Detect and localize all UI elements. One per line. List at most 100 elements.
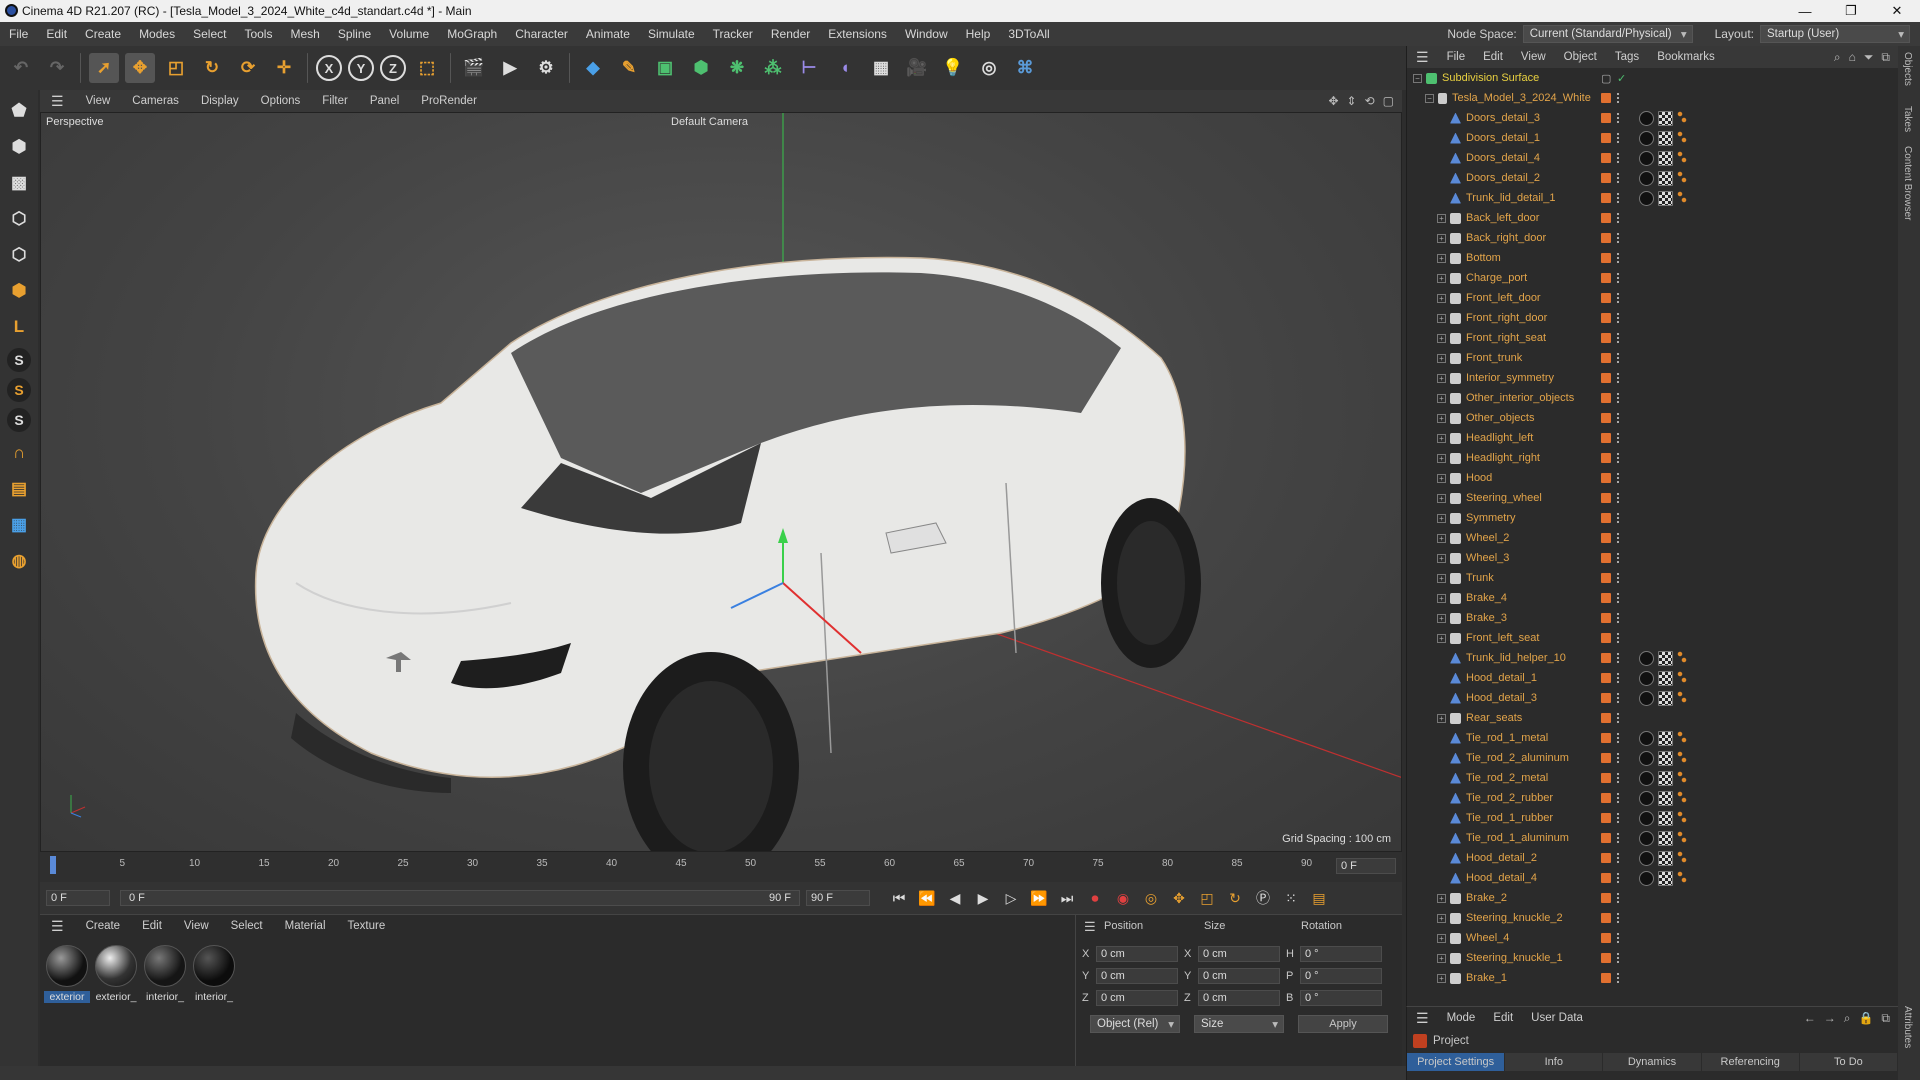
layer-color-swatch[interactable] bbox=[1601, 593, 1611, 603]
auto-key-icon[interactable]: ◉ bbox=[1112, 887, 1134, 909]
visibility-dots-icon[interactable] bbox=[1617, 353, 1621, 363]
material-menu-edit[interactable]: Edit bbox=[131, 920, 173, 932]
expand-icon[interactable]: + bbox=[1437, 353, 1446, 363]
tree-item-row[interactable]: Hood_detail_2 bbox=[1413, 848, 1898, 868]
tree-item-row[interactable]: Tie_rod_1_metal bbox=[1413, 728, 1898, 748]
next-key-icon[interactable]: ⏩ bbox=[1028, 887, 1050, 909]
layer-color-swatch[interactable] bbox=[1601, 693, 1611, 703]
texture-tag-icon[interactable] bbox=[1658, 190, 1673, 206]
material-hamburger-icon[interactable]: ☰ bbox=[40, 918, 75, 935]
layer-color-swatch[interactable] bbox=[1601, 933, 1611, 943]
selection-tag-icon[interactable] bbox=[1677, 170, 1687, 186]
tree-item-row[interactable]: Trunk_lid_helper_10 bbox=[1413, 648, 1898, 668]
layer-color-swatch[interactable] bbox=[1601, 833, 1611, 843]
keyframe-selection-icon[interactable]: ◎ bbox=[1140, 887, 1162, 909]
subdivision-icon[interactable]: ▣ bbox=[650, 53, 680, 83]
menu-item-tracker[interactable]: Tracker bbox=[704, 27, 762, 41]
menu-item-animate[interactable]: Animate bbox=[577, 27, 639, 41]
tree-item-row[interactable]: + Wheel_4 bbox=[1413, 928, 1898, 948]
texture-tag-icon[interactable] bbox=[1658, 790, 1673, 806]
layer-color-swatch[interactable] bbox=[1601, 193, 1611, 203]
field-icon[interactable]: ◖ bbox=[830, 53, 860, 83]
visibility-dots-icon[interactable] bbox=[1617, 893, 1621, 903]
layer-color-swatch[interactable] bbox=[1601, 313, 1611, 323]
material-tag-icon[interactable] bbox=[1639, 850, 1654, 866]
object-menu-object[interactable]: Object bbox=[1555, 51, 1606, 63]
selection-tag-icon[interactable] bbox=[1677, 770, 1687, 786]
expand-icon[interactable]: + bbox=[1437, 273, 1446, 283]
menu-item-3dtoall[interactable]: 3DToAll bbox=[999, 27, 1058, 41]
material-swatch[interactable] bbox=[144, 945, 186, 987]
side-tab-attributes[interactable]: Attributes bbox=[1902, 1006, 1913, 1048]
texture-tag-icon[interactable] bbox=[1658, 830, 1673, 846]
layer-color-swatch[interactable] bbox=[1601, 153, 1611, 163]
tree-item-row[interactable]: + Trunk bbox=[1413, 568, 1898, 588]
layer-color-swatch[interactable] bbox=[1601, 973, 1611, 983]
render-picture-viewer-icon[interactable]: ▶ bbox=[495, 53, 525, 83]
attr-tab-info[interactable]: Info bbox=[1505, 1053, 1604, 1071]
visibility-dots-icon[interactable] bbox=[1617, 513, 1621, 523]
y-axis-lock-icon[interactable]: Y bbox=[348, 55, 374, 81]
layer-color-swatch[interactable] bbox=[1601, 293, 1611, 303]
tree-item-row[interactable]: + Headlight_left bbox=[1413, 428, 1898, 448]
visibility-toggle-icon[interactable]: ▢ bbox=[1601, 72, 1611, 85]
undo-icon[interactable]: ↶ bbox=[6, 53, 36, 83]
selection-tag-icon[interactable] bbox=[1677, 810, 1687, 826]
expand-icon[interactable]: + bbox=[1437, 333, 1446, 343]
layer-color-swatch[interactable] bbox=[1601, 773, 1611, 783]
viewport-move-icon[interactable]: ✥ bbox=[1328, 94, 1338, 108]
visibility-dots-icon[interactable] bbox=[1617, 813, 1621, 823]
visibility-dots-icon[interactable] bbox=[1617, 973, 1621, 983]
enabled-check-icon[interactable]: ✓ bbox=[1617, 72, 1626, 85]
tree-item-row[interactable]: + Back_right_door bbox=[1413, 228, 1898, 248]
material-tag-icon[interactable] bbox=[1639, 730, 1654, 746]
visibility-dots-icon[interactable] bbox=[1617, 633, 1621, 643]
key-parameter-icon[interactable]: Ⓟ bbox=[1252, 887, 1274, 909]
expand-icon[interactable]: + bbox=[1437, 493, 1446, 503]
timeline-window-icon[interactable]: ▤ bbox=[1308, 887, 1330, 909]
material-tag-icon[interactable] bbox=[1639, 870, 1654, 886]
rotate-tool-icon[interactable]: ↻ bbox=[197, 53, 227, 83]
edges-mode-icon[interactable]: ⬡ bbox=[4, 240, 34, 270]
om-filter-icon[interactable]: ⏷ bbox=[1864, 50, 1874, 65]
material-tag-icon[interactable] bbox=[1639, 170, 1654, 186]
selection-tag-icon[interactable] bbox=[1677, 830, 1687, 846]
menu-item-mograph[interactable]: MoGraph bbox=[438, 27, 506, 41]
visibility-dots-icon[interactable] bbox=[1617, 233, 1621, 243]
menu-item-simulate[interactable]: Simulate bbox=[639, 27, 704, 41]
layer-color-swatch[interactable] bbox=[1601, 213, 1611, 223]
om-search-icon[interactable]: ⌕ bbox=[1834, 50, 1841, 65]
side-tab-takes[interactable]: Takes bbox=[1902, 106, 1913, 132]
visibility-dots-icon[interactable] bbox=[1617, 873, 1621, 883]
redo-icon[interactable]: ↷ bbox=[42, 53, 72, 83]
layer-color-swatch[interactable] bbox=[1601, 173, 1611, 183]
tree-item-row[interactable]: Tie_rod_2_rubber bbox=[1413, 788, 1898, 808]
material-tag-icon[interactable] bbox=[1639, 810, 1654, 826]
visibility-dots-icon[interactable] bbox=[1617, 713, 1621, 723]
material-tag-icon[interactable] bbox=[1639, 690, 1654, 706]
viewport-menu-cameras[interactable]: Cameras bbox=[121, 95, 190, 107]
frame-range-slider[interactable]: 0 F 90 F bbox=[120, 890, 800, 906]
x-axis-lock-icon[interactable]: X bbox=[316, 55, 342, 81]
visibility-dots-icon[interactable] bbox=[1617, 793, 1621, 803]
layer-color-swatch[interactable] bbox=[1601, 633, 1611, 643]
selection-tag-icon[interactable] bbox=[1677, 110, 1687, 126]
expand-icon[interactable]: + bbox=[1437, 413, 1446, 423]
layer-color-swatch[interactable] bbox=[1601, 493, 1611, 503]
expand-icon[interactable]: + bbox=[1437, 973, 1446, 983]
tree-item-row[interactable]: + Charge_port bbox=[1413, 268, 1898, 288]
menu-item-edit[interactable]: Edit bbox=[37, 27, 76, 41]
tree-item-row[interactable]: Trunk_lid_detail_1 bbox=[1413, 188, 1898, 208]
viewport[interactable]: Perspective Default Camera Grid Spacing … bbox=[40, 112, 1402, 852]
material-tag-icon[interactable] bbox=[1639, 750, 1654, 766]
texture-tag-icon[interactable] bbox=[1658, 730, 1673, 746]
layer-color-swatch[interactable] bbox=[1601, 653, 1611, 663]
texture-tag-icon[interactable] bbox=[1658, 690, 1673, 706]
3dtoall-icon[interactable]: ◎ bbox=[974, 53, 1004, 83]
tree-item-row[interactable]: + Interior_symmetry bbox=[1413, 368, 1898, 388]
object-menu-bookmarks[interactable]: Bookmarks bbox=[1648, 51, 1724, 63]
render-view-icon[interactable]: 🎬 bbox=[459, 53, 489, 83]
rotation-field[interactable]: 0 ° bbox=[1300, 968, 1382, 984]
expand-icon[interactable]: + bbox=[1437, 373, 1446, 383]
attribute-menu-edit[interactable]: Edit bbox=[1484, 1012, 1522, 1024]
